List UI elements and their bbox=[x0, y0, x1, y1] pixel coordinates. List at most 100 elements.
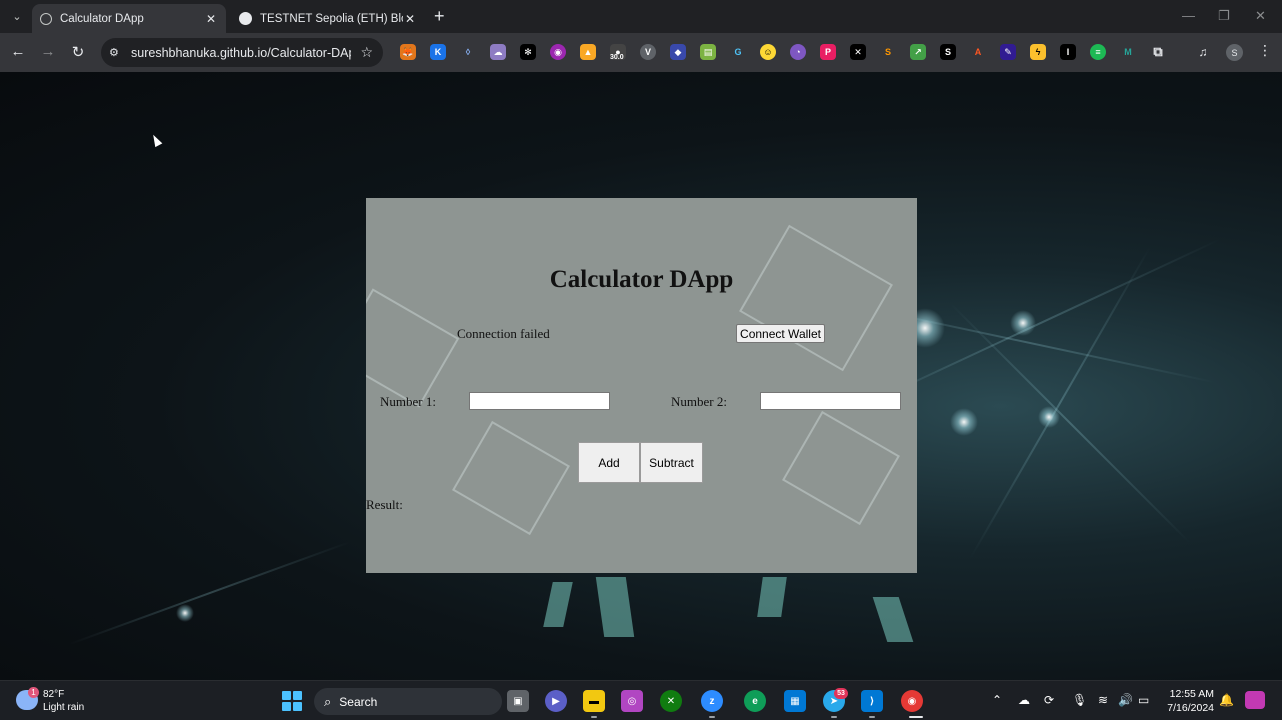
vscode-icon[interactable]: ⟩ bbox=[861, 690, 883, 712]
telegram-badge: 53 bbox=[834, 688, 848, 699]
clock-date[interactable]: 7/16/2024 bbox=[1163, 702, 1214, 714]
reload-icon[interactable]: ↻ bbox=[69, 43, 87, 61]
v-extension-icon[interactable]: V bbox=[640, 44, 656, 60]
tab-testnet-sepolia[interactable]: TESTNET Sepolia (ETH) Blockchain ✕ bbox=[231, 4, 425, 33]
number2-label: Number 2: bbox=[671, 394, 727, 409]
zoom-icon[interactable]: z bbox=[701, 690, 723, 712]
xbox-icon[interactable]: ✕ bbox=[660, 690, 682, 712]
s-box-extension-icon[interactable]: S bbox=[940, 44, 956, 60]
maximize-icon[interactable]: ❐ bbox=[1218, 8, 1230, 24]
url-text: sureshbhanuka.github.io/Calculator-DAp..… bbox=[131, 45, 351, 60]
crystal-shard bbox=[543, 582, 573, 627]
light-ray bbox=[969, 246, 1151, 560]
volume-icon[interactable]: 🔊 bbox=[1118, 693, 1133, 707]
light-flare bbox=[1010, 310, 1036, 336]
running-indicator bbox=[709, 716, 715, 718]
tab-close-icon[interactable]: ✕ bbox=[204, 12, 218, 26]
chart-extension-icon[interactable]: ↗ bbox=[910, 44, 926, 60]
browser-toolbar: ← → ↻ ⚙ sureshbhanuka.github.io/Calculat… bbox=[0, 33, 1282, 72]
connect-wallet-button[interactable]: Connect Wallet bbox=[736, 324, 825, 343]
back-icon[interactable]: ← bbox=[9, 43, 27, 60]
weather-temperature[interactable]: 82°F bbox=[43, 689, 64, 700]
weather-description[interactable]: Light rain bbox=[43, 702, 84, 713]
weather-badge: 1 bbox=[28, 687, 39, 698]
bg-cube bbox=[366, 288, 460, 408]
s-extension-icon[interactable]: S bbox=[880, 44, 896, 60]
extension-badge: 30.0 bbox=[610, 54, 624, 61]
chrome-icon[interactable]: ◉ bbox=[901, 690, 923, 712]
k-extension-icon[interactable]: K bbox=[430, 44, 446, 60]
metamask-extension-icon[interactable]: 🦊 bbox=[400, 44, 416, 60]
copilot-icon[interactable] bbox=[1245, 691, 1265, 709]
p-extension-icon[interactable]: P bbox=[820, 44, 836, 60]
globe-icon bbox=[40, 12, 52, 25]
edge-icon[interactable]: e bbox=[744, 690, 766, 712]
fish-extension-icon[interactable]: ◆ bbox=[670, 44, 686, 60]
start-windows-icon[interactable] bbox=[282, 691, 302, 711]
light-flare bbox=[950, 408, 978, 436]
snowflake-extension-icon[interactable]: ✻ bbox=[520, 44, 536, 60]
photos-icon[interactable]: ◎ bbox=[621, 690, 643, 712]
i-extension-icon[interactable]: I bbox=[1060, 44, 1076, 60]
tab-close-icon[interactable]: ✕ bbox=[403, 12, 417, 26]
tab-title: Calculator DApp bbox=[60, 12, 144, 25]
media-control-icon[interactable]: ♫ bbox=[1195, 44, 1211, 60]
profile-avatar[interactable]: S bbox=[1226, 44, 1243, 61]
cloud-extension-icon[interactable]: ☁ bbox=[490, 44, 506, 60]
task-view-icon[interactable]: ▣ bbox=[507, 690, 529, 712]
tab-title: TESTNET Sepolia (ETH) Blockchain bbox=[260, 12, 403, 25]
bookmark-star-icon[interactable]: ☆ bbox=[360, 44, 373, 61]
tab-bar: ⌄ Calculator DApp ✕ TESTNET Sepolia (ETH… bbox=[0, 0, 1282, 33]
teams-icon[interactable]: ▶ bbox=[545, 690, 567, 712]
light-flare bbox=[1038, 406, 1060, 428]
circle-extension-icon[interactable]: ◉ bbox=[550, 44, 566, 60]
battery-icon[interactable]: ▭ bbox=[1138, 693, 1149, 707]
ghost-extension-icon[interactable]: ◔ bbox=[790, 44, 806, 60]
spiral-extension-icon[interactable]: G bbox=[730, 44, 746, 60]
microphone-icon[interactable]: 🎙 bbox=[1072, 693, 1087, 707]
menu-kebab-icon[interactable]: ⋮ bbox=[1258, 42, 1272, 59]
light-flare bbox=[176, 604, 194, 622]
forward-icon[interactable]: → bbox=[39, 43, 57, 60]
subtract-button[interactable]: Subtract bbox=[640, 442, 703, 483]
wifi-icon[interactable]: ≋ bbox=[1098, 693, 1108, 707]
spotify-extension-icon[interactable]: ≡ bbox=[1090, 44, 1106, 60]
connection-status: Connection failed bbox=[457, 326, 550, 341]
store-icon[interactable]: ▦ bbox=[784, 690, 806, 712]
a-extension-icon[interactable]: A bbox=[970, 44, 986, 60]
sync-icon[interactable]: ⟳ bbox=[1044, 693, 1054, 707]
calculator-card: Calculator DApp Connection failed Connec… bbox=[366, 198, 917, 573]
search-icon: ⌕ bbox=[324, 693, 332, 709]
onedrive-icon[interactable]: ☁ bbox=[1018, 693, 1030, 707]
minimize-icon[interactable]: — bbox=[1182, 8, 1195, 23]
number2-input[interactable] bbox=[760, 392, 901, 410]
show-hidden-icons-icon[interactable]: ⌃ bbox=[992, 693, 1002, 707]
drop-extension-icon[interactable]: ◊ bbox=[460, 44, 476, 60]
tab-search-chevron-icon[interactable]: ⌄ bbox=[8, 7, 26, 25]
site-info-icon[interactable]: ⚙ bbox=[109, 46, 125, 59]
number1-input[interactable] bbox=[469, 392, 610, 410]
windows-taskbar: 1 82°F Light rain ⌕ Search ▣ ▶ ▬ ◎ ✕ z e… bbox=[0, 680, 1282, 720]
tab-calculator-dapp[interactable]: Calculator DApp ✕ bbox=[32, 4, 226, 33]
bag-extension-icon[interactable]: ▲ bbox=[580, 44, 596, 60]
notifications-bell-icon[interactable]: 🔔 bbox=[1219, 693, 1234, 707]
bolt-extension-icon[interactable]: ϟ bbox=[1030, 44, 1046, 60]
crystal-shard bbox=[595, 577, 635, 637]
new-tab-button[interactable]: + bbox=[434, 7, 445, 25]
address-bar[interactable]: ⚙ sureshbhanuka.github.io/Calculator-DAp… bbox=[101, 38, 383, 67]
close-window-icon[interactable]: ✕ bbox=[1255, 8, 1266, 24]
file-explorer-icon[interactable]: ▬ bbox=[583, 690, 605, 712]
pen-extension-icon[interactable]: ✎ bbox=[1000, 44, 1016, 60]
m-extension-icon[interactable]: M bbox=[1120, 44, 1136, 60]
puzzle-extensions-icon[interactable]: ⧉ bbox=[1150, 44, 1166, 60]
light-ray bbox=[949, 302, 1191, 544]
add-button[interactable]: Add bbox=[578, 442, 640, 483]
x-extension-icon[interactable]: ✕ bbox=[850, 44, 866, 60]
smiley-extension-icon[interactable]: ☺ bbox=[760, 44, 776, 60]
stack-extension-icon[interactable]: ▤ bbox=[700, 44, 716, 60]
taskbar-search[interactable]: ⌕ Search bbox=[314, 688, 502, 715]
clock-time[interactable]: 12:55 AM bbox=[1168, 688, 1214, 700]
running-indicator bbox=[869, 716, 875, 718]
page-title: Calculator DApp bbox=[549, 266, 734, 293]
light-ray bbox=[68, 540, 352, 646]
